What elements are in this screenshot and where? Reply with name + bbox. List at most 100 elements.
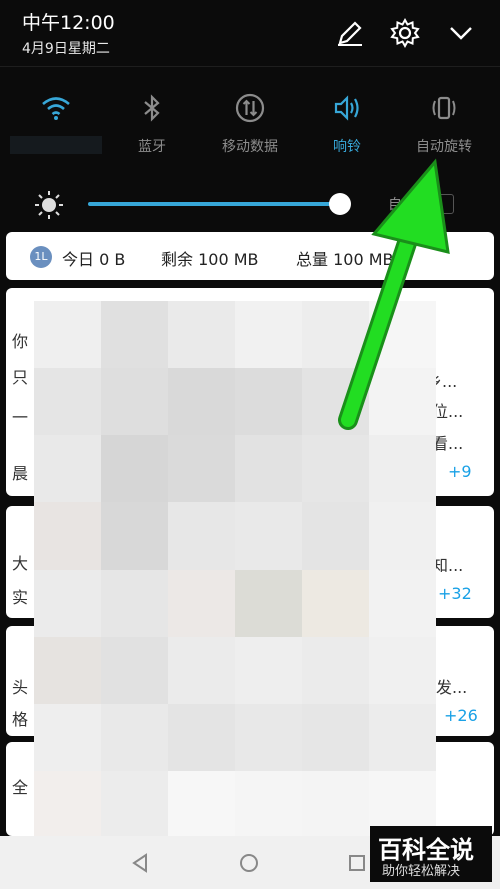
notification-text: 大 xyxy=(12,554,29,573)
recents-icon[interactable] xyxy=(346,852,368,874)
mosaic-tile xyxy=(369,368,436,436)
notification-text: 知... xyxy=(432,556,464,575)
mosaic-tile xyxy=(302,301,369,369)
mosaic-tile xyxy=(235,770,302,838)
home-icon[interactable] xyxy=(238,852,260,874)
mosaic-tile xyxy=(34,368,101,436)
mosaic-tile xyxy=(168,703,235,771)
mosaic-tile xyxy=(101,301,168,369)
more-count: +32 xyxy=(438,584,472,603)
mosaic-tile xyxy=(34,703,101,771)
auto-brightness-label: 自 xyxy=(388,197,402,213)
mosaic-tile xyxy=(235,703,302,771)
mosaic-tile xyxy=(34,301,101,369)
mosaic-tile xyxy=(34,502,101,570)
mosaic-tile xyxy=(302,368,369,436)
notification-text: 头 xyxy=(12,678,29,697)
auto-brightness-checkbox[interactable] xyxy=(406,194,454,214)
toggle-label: 移动数据 xyxy=(222,139,278,155)
mosaic-tile xyxy=(302,435,369,503)
mosaic-tile xyxy=(168,770,235,838)
mosaic-tile xyxy=(101,569,168,637)
mosaic-tile xyxy=(101,435,168,503)
mosaic-tile xyxy=(34,569,101,637)
mosaic-tile xyxy=(235,569,302,637)
divider xyxy=(0,66,500,67)
data-usage-card[interactable]: 1L 今日 0 B 剩余 100 MB 总量 100 MB xyxy=(6,232,494,280)
mosaic-tile xyxy=(369,703,436,771)
mosaic-tile xyxy=(168,502,235,570)
mosaic-tile xyxy=(235,636,302,704)
mosaic-tile xyxy=(302,569,369,637)
mosaic-tile xyxy=(168,636,235,704)
notification-text: 晨 xyxy=(12,464,29,483)
notification-text: 位... xyxy=(432,402,464,421)
data-remaining: 剩余 100 MB xyxy=(161,250,259,269)
toggle-mobile-data[interactable]: 移动数据 xyxy=(200,92,300,160)
mosaic-tile xyxy=(235,502,302,570)
mosaic-tile xyxy=(168,435,235,503)
toggle-label-masked xyxy=(10,136,102,154)
mosaic-tile xyxy=(34,770,101,838)
mosaic-tile xyxy=(302,703,369,771)
edit-icon[interactable] xyxy=(333,16,367,50)
more-count: +26 xyxy=(444,706,478,725)
ring-icon xyxy=(331,92,363,124)
status-bar: 中午12:00 4月9日星期二 xyxy=(0,0,500,66)
mosaic-tile xyxy=(235,301,302,369)
notification-text: 发... xyxy=(436,678,468,697)
auto-rotate-icon xyxy=(428,92,460,124)
mosaic-tile xyxy=(369,636,436,704)
mosaic-tile xyxy=(168,301,235,369)
chevron-down-icon[interactable] xyxy=(444,16,478,50)
mosaic-tile xyxy=(235,368,302,436)
wifi-icon xyxy=(40,92,72,124)
watermark-logo: 百科全说 助你轻松解决 xyxy=(370,826,492,882)
settings-icon[interactable] xyxy=(388,16,422,50)
notification-text: 一 xyxy=(12,408,29,427)
toggle-label: 蓝牙 xyxy=(138,139,166,155)
watermark-subtitle: 助你轻松解决 xyxy=(382,864,461,879)
notification-text: 你 xyxy=(12,332,29,351)
mosaic-tile xyxy=(168,368,235,436)
data-usage-icon: 1L xyxy=(30,246,52,268)
mosaic-tile xyxy=(34,636,101,704)
toggle-ring[interactable]: 响铃 xyxy=(297,92,397,160)
mosaic-tile xyxy=(101,770,168,838)
notification-text: 看... xyxy=(432,434,464,453)
toggle-label: 自动旋转 xyxy=(416,139,472,155)
toggle-bluetooth[interactable]: 蓝牙 xyxy=(102,92,202,160)
more-count: +9 xyxy=(448,462,472,481)
back-icon[interactable] xyxy=(130,852,152,874)
brightness-icon xyxy=(34,190,64,220)
data-today: 今日 0 B xyxy=(62,250,126,269)
mosaic-tile xyxy=(302,502,369,570)
mosaic-tile xyxy=(235,435,302,503)
bluetooth-icon xyxy=(136,92,168,124)
mosaic-tile xyxy=(101,703,168,771)
date: 4月9日星期二 xyxy=(22,41,110,57)
mosaic-tile xyxy=(34,435,101,503)
notification-text: 只 xyxy=(12,368,29,387)
mosaic-tile xyxy=(369,502,436,570)
brightness-slider-thumb[interactable] xyxy=(329,193,351,215)
notification-text: 实 xyxy=(12,588,29,607)
mosaic-tile xyxy=(369,301,436,369)
toggle-wifi[interactable] xyxy=(6,92,106,160)
notification-text: 格 xyxy=(12,710,29,729)
mosaic-tile xyxy=(369,569,436,637)
mosaic-tile xyxy=(101,502,168,570)
mosaic-tile xyxy=(168,569,235,637)
clock: 中午12:00 xyxy=(22,12,115,34)
privacy-mosaic xyxy=(34,301,436,838)
toggle-label: 响铃 xyxy=(333,139,361,155)
mosaic-tile xyxy=(302,770,369,838)
notification-text: 全 xyxy=(12,778,29,797)
mosaic-tile xyxy=(101,636,168,704)
mosaic-tile xyxy=(369,435,436,503)
mosaic-tile xyxy=(302,636,369,704)
data-total: 总量 100 MB xyxy=(296,250,394,269)
mobile-data-icon xyxy=(234,92,266,124)
toggle-auto-rotate[interactable]: 自动旋转 xyxy=(394,92,494,160)
brightness-slider-track[interactable] xyxy=(88,202,340,206)
